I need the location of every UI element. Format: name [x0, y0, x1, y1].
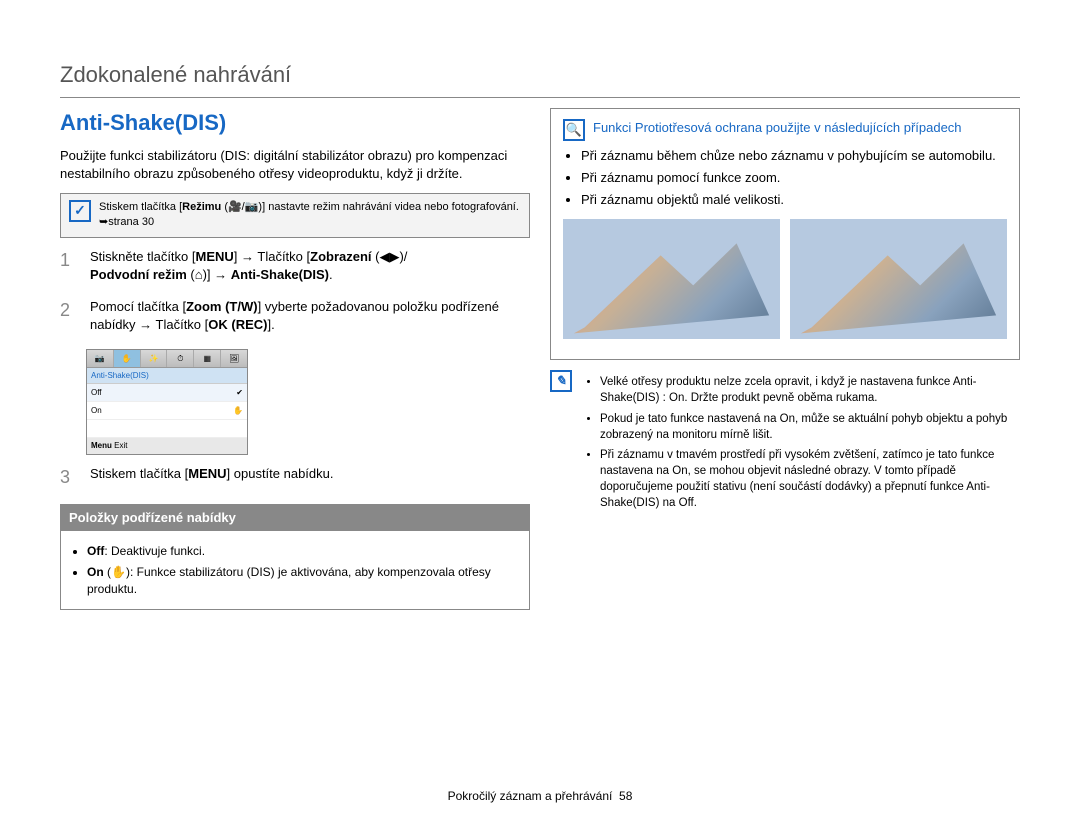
tab-icon: ▦: [194, 350, 221, 367]
right-column: 🔍 Funkci Protiotřesová ochrana použijte …: [550, 108, 1020, 611]
section-heading: Anti-Shake(DIS): [60, 108, 530, 139]
note-section: ✎ Velké otřesy produktu nelze zcela opra…: [550, 370, 1020, 519]
example-image-sharp: [790, 219, 1007, 339]
step-body: Pomocí tlačítka [Zoom (T/W)] vyberte pož…: [90, 298, 530, 334]
magnify-icon: 🔍: [563, 119, 585, 141]
tab-icon: ✋: [114, 350, 141, 367]
step-number: 1: [60, 248, 78, 284]
step-number: 3: [60, 465, 78, 490]
pencil-icon: ✎: [550, 370, 572, 392]
page-title: Zdokonalené nahrávání: [60, 60, 1020, 98]
submenu-body: Off: Deaktivuje funkci. On (✋): Funkce s…: [61, 531, 529, 609]
step-body: Stiskněte tlačítko [MENU] → Tlačítko [Zo…: [90, 248, 530, 284]
example-images: [563, 219, 1007, 339]
callout-text: Stiskem tlačítka [Režimu (🎥/📷)] nastavte…: [99, 200, 521, 231]
usecase-box: 🔍 Funkci Protiotřesová ochrana použijte …: [550, 108, 1020, 361]
menu-heading: Anti-Shake(DIS): [87, 368, 247, 384]
page-footer: Pokročilý záznam a přehrávání 58: [0, 788, 1080, 805]
tab-icon: 🖼: [221, 350, 247, 367]
menu-footer: Menu Exit: [87, 438, 247, 453]
list-item: Off: Deaktivuje funkci.: [87, 543, 521, 560]
list-item: Při záznamu objektů malé velikosti.: [581, 191, 1007, 209]
menu-row-empty: [87, 420, 247, 438]
page-number: 58: [619, 789, 632, 803]
list-item: Pokud je tato funkce nastavená na On, mů…: [600, 411, 1020, 443]
submenu-list: Off: Deaktivuje funkci. On (✋): Funkce s…: [69, 543, 521, 597]
list-item: Velké otřesy produktu nelze zcela opravi…: [600, 374, 1020, 406]
menu-row-off: Off ✔: [87, 384, 247, 402]
list-item: Při záznamu v tmavém prostředí při vysok…: [600, 447, 1020, 511]
footer-label: Pokročilý záznam a přehrávání: [448, 789, 613, 803]
step-number: 2: [60, 298, 78, 334]
left-column: Anti-Shake(DIS) Použijte funkci stabiliz…: [60, 108, 530, 611]
step-body: Stiskem tlačítka [MENU] opustíte nabídku…: [90, 465, 530, 490]
menu-screenshot: 📷 ✋ ✨ ⏱ ▦ 🖼 Anti-Shake(DIS) Off ✔ On ✋: [86, 349, 248, 455]
intro-text: Použijte funkci stabilizátoru (DIS: digi…: [60, 147, 530, 183]
example-image-blur: [563, 219, 780, 339]
usecase-head: 🔍 Funkci Protiotřesová ochrana použijte …: [563, 119, 1007, 141]
step-3: 3 Stiskem tlačítka [MENU] opustíte nabíd…: [60, 465, 530, 490]
list-item: Při záznamu během chůze nebo záznamu v p…: [581, 147, 1007, 165]
usecase-title: Funkci Protiotřesová ochrana použijte v …: [593, 119, 1007, 137]
columns: Anti-Shake(DIS) Použijte funkci stabiliz…: [60, 108, 1020, 611]
usecase-list: Při záznamu během chůze nebo záznamu v p…: [563, 147, 1007, 210]
menu-item-label: On: [91, 405, 102, 416]
menu-tabs: 📷 ✋ ✨ ⏱ ▦ 🖼: [87, 350, 247, 368]
check-icon: ✓: [69, 200, 91, 222]
step-1: 1 Stiskněte tlačítko [MENU] → Tlačítko […: [60, 248, 530, 284]
check-icon: ✔: [236, 387, 243, 398]
tab-icon: 📷: [87, 350, 114, 367]
step-2: 2 Pomocí tlačítka [Zoom (T/W)] vyberte p…: [60, 298, 530, 334]
submenu-title: Položky podřízené nabídky: [61, 505, 529, 531]
note-list: Velké otřesy produktu nelze zcela opravi…: [582, 374, 1020, 515]
hand-icon: ✋: [233, 405, 243, 416]
list-item: On (✋): Funkce stabilizátoru (DIS) je ak…: [87, 564, 521, 598]
steps-list: 1 Stiskněte tlačítko [MENU] → Tlačítko […: [60, 248, 530, 335]
tab-icon: ⏱: [167, 350, 194, 367]
submenu-box: Položky podřízené nabídky Off: Deaktivuj…: [60, 504, 530, 611]
tab-icon: ✨: [141, 350, 168, 367]
menu-row-on: On ✋: [87, 402, 247, 420]
list-item: Při záznamu pomocí funkce zoom.: [581, 169, 1007, 187]
menu-item-label: Off: [91, 387, 102, 398]
manual-page: Zdokonalené nahrávání Anti-Shake(DIS) Po…: [0, 0, 1080, 825]
mode-callout: ✓ Stiskem tlačítka [Režimu (🎥/📷)] nastav…: [60, 193, 530, 238]
